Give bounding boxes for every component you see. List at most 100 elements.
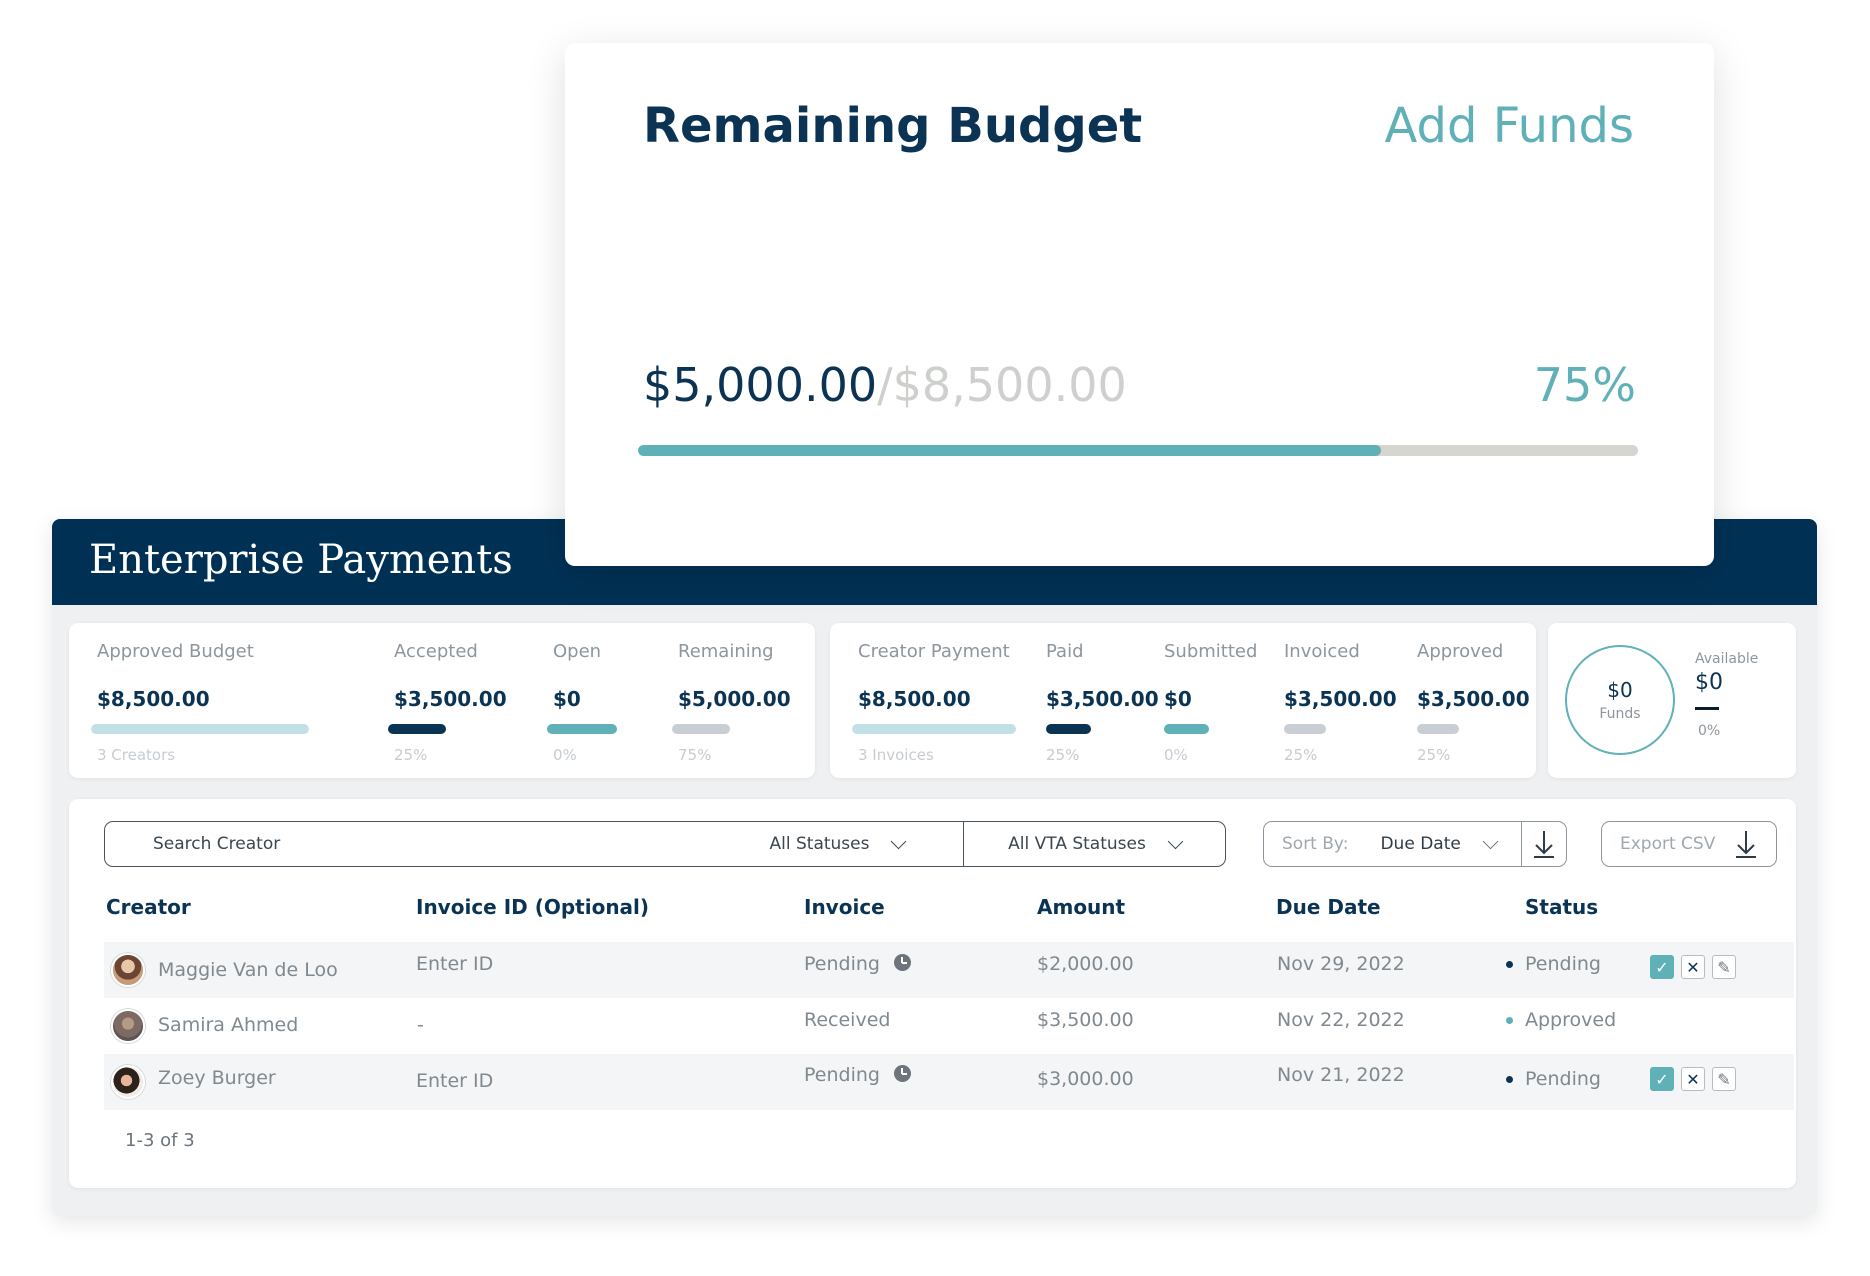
table-row[interactable]: Samira Ahmed - Received $3,500.00 Nov 22… bbox=[104, 998, 1794, 1054]
check-icon: ✓ bbox=[1655, 1069, 1669, 1089]
budget-stats-card: Approved Budget $8,500.00 3 Creators Acc… bbox=[69, 623, 815, 778]
invoice-id-input[interactable]: Enter ID bbox=[416, 1070, 493, 1092]
amount: $3,000.00 bbox=[1037, 1068, 1134, 1090]
stat-sub: 25% bbox=[1046, 746, 1080, 764]
status-dot-icon bbox=[1506, 1017, 1513, 1024]
amount: $2,000.00 bbox=[1037, 953, 1134, 975]
table-row[interactable]: Maggie Van de Loo Enter ID Pending $2,00… bbox=[104, 942, 1794, 998]
stat-bar bbox=[388, 724, 446, 734]
add-funds-link[interactable]: Add Funds bbox=[1385, 98, 1635, 154]
stat-sub: 25% bbox=[1284, 746, 1318, 764]
search-placeholder: Search Creator bbox=[153, 834, 281, 854]
edit-button[interactable]: ✎ bbox=[1712, 1067, 1736, 1091]
export-label: Export CSV bbox=[1620, 834, 1716, 854]
budget-remaining: $5,000.00 bbox=[643, 358, 878, 412]
sort-select[interactable]: Sort By: Due Date bbox=[1263, 821, 1523, 867]
invoice-id-input[interactable]: Enter ID bbox=[416, 953, 493, 975]
column-header-status[interactable]: Status bbox=[1525, 895, 1598, 919]
stat-approved-budget: Approved Budget $8,500.00 3 Creators bbox=[91, 641, 309, 764]
stat-label: Submitted bbox=[1164, 641, 1258, 662]
column-header-invoice[interactable]: Invoice bbox=[804, 895, 885, 919]
stat-label: Paid bbox=[1046, 641, 1084, 662]
sort-label: Sort By: bbox=[1282, 834, 1349, 854]
export-csv-button[interactable]: Export CSV bbox=[1601, 821, 1777, 867]
stat-sub: 75% bbox=[678, 746, 712, 764]
avatar bbox=[111, 953, 145, 987]
stat-sub: 25% bbox=[394, 746, 428, 764]
stat-label: Invoiced bbox=[1284, 641, 1360, 662]
payments-table-card: Search Creator All Statuses All VTA Stat… bbox=[69, 799, 1796, 1188]
stat-label: Accepted bbox=[394, 641, 478, 662]
stat-bar bbox=[1164, 724, 1209, 734]
stat-creator-payment: Creator Payment $8,500.00 3 Invoices bbox=[852, 641, 1016, 764]
available-bar bbox=[1695, 707, 1719, 710]
status-dot-icon bbox=[1506, 961, 1513, 968]
remaining-budget-card: Remaining Budget Add Funds $5,000.00/$8,… bbox=[565, 43, 1714, 566]
pencil-icon: ✎ bbox=[1717, 1069, 1731, 1089]
invoice-status: Pending bbox=[804, 1064, 911, 1086]
stat-label: Remaining bbox=[678, 641, 774, 662]
approve-button[interactable]: ✓ bbox=[1650, 1067, 1674, 1091]
invoice-status-label: Pending bbox=[804, 1064, 880, 1086]
status-label: Approved bbox=[1525, 1009, 1617, 1031]
status-filter-select[interactable]: All Statuses bbox=[710, 821, 965, 867]
column-header-creator[interactable]: Creator bbox=[106, 895, 191, 919]
stat-bar bbox=[1417, 724, 1459, 734]
column-header-due-date[interactable]: Due Date bbox=[1276, 895, 1381, 919]
stat-invoiced: Invoiced $3,500.00 25% bbox=[1284, 641, 1397, 764]
payment-stats-card: Creator Payment $8,500.00 3 Invoices Pai… bbox=[830, 623, 1536, 778]
approve-button[interactable]: ✓ bbox=[1650, 955, 1674, 979]
stat-value: $8,500.00 bbox=[858, 687, 971, 711]
chevron-down-icon bbox=[1167, 833, 1184, 849]
pagination-info: 1-3 of 3 bbox=[125, 1130, 195, 1151]
available-percent: 0% bbox=[1698, 723, 1721, 739]
funds-card: $0 Funds Available $0 0% bbox=[1548, 623, 1796, 778]
status-dot-icon bbox=[1506, 1076, 1513, 1083]
stat-bar bbox=[672, 724, 730, 734]
amount: $3,500.00 bbox=[1037, 1009, 1134, 1031]
reject-button[interactable]: ✕ bbox=[1681, 955, 1705, 979]
download-icon bbox=[1534, 831, 1554, 858]
sort-download-button[interactable] bbox=[1521, 821, 1567, 867]
stat-value: $0 bbox=[553, 687, 581, 711]
stat-sub: 25% bbox=[1417, 746, 1451, 764]
stat-open: Open $0 0% bbox=[547, 641, 617, 764]
budget-progress-fill bbox=[638, 445, 1381, 456]
search-input[interactable]: Search Creator bbox=[104, 821, 712, 867]
stat-bar bbox=[547, 724, 617, 734]
funds-circle: $0 Funds bbox=[1565, 645, 1675, 755]
avatar bbox=[111, 1065, 145, 1099]
stat-label: Approved bbox=[1417, 641, 1504, 662]
invoice-status-label: Received bbox=[804, 1009, 891, 1031]
invoice-status: Received bbox=[804, 1009, 890, 1031]
column-header-invoice-id[interactable]: Invoice ID (Optional) bbox=[416, 895, 649, 919]
status-badge: Pending bbox=[1506, 1068, 1601, 1090]
avatar bbox=[111, 1009, 145, 1043]
chevron-down-icon bbox=[891, 833, 907, 849]
budget-title: Remaining Budget bbox=[643, 98, 1143, 154]
pencil-icon: ✎ bbox=[1717, 957, 1731, 977]
status-label: Pending bbox=[1525, 953, 1601, 975]
stat-remaining: Remaining $5,000.00 75% bbox=[672, 641, 791, 764]
clock-icon bbox=[893, 954, 911, 971]
status-badge: Pending bbox=[1506, 953, 1601, 975]
chevron-down-icon bbox=[1482, 833, 1499, 849]
stat-sub: 0% bbox=[1164, 746, 1188, 764]
vta-status-filter-select[interactable]: All VTA Statuses bbox=[963, 821, 1226, 867]
stat-value: $3,500.00 bbox=[1284, 687, 1397, 711]
edit-button[interactable]: ✎ bbox=[1712, 955, 1736, 979]
check-icon: ✓ bbox=[1655, 957, 1669, 977]
column-header-amount[interactable]: Amount bbox=[1037, 895, 1125, 919]
table-row[interactable]: Zoey Burger Enter ID Pending $3,000.00 N… bbox=[104, 1054, 1794, 1110]
stat-bar bbox=[852, 724, 1016, 734]
close-icon: ✕ bbox=[1686, 957, 1700, 977]
budget-separator: / bbox=[877, 358, 893, 412]
creator-name: Zoey Burger bbox=[158, 1067, 276, 1089]
stat-value: $3,500.00 bbox=[1417, 687, 1530, 711]
stat-submitted: Submitted $0 0% bbox=[1164, 641, 1257, 764]
vta-status-filter-value: All VTA Statuses bbox=[1008, 834, 1146, 854]
stat-label: Approved Budget bbox=[97, 641, 254, 662]
reject-button[interactable]: ✕ bbox=[1681, 1067, 1705, 1091]
status-badge: Approved bbox=[1506, 1009, 1616, 1031]
stat-bar bbox=[1284, 724, 1326, 734]
